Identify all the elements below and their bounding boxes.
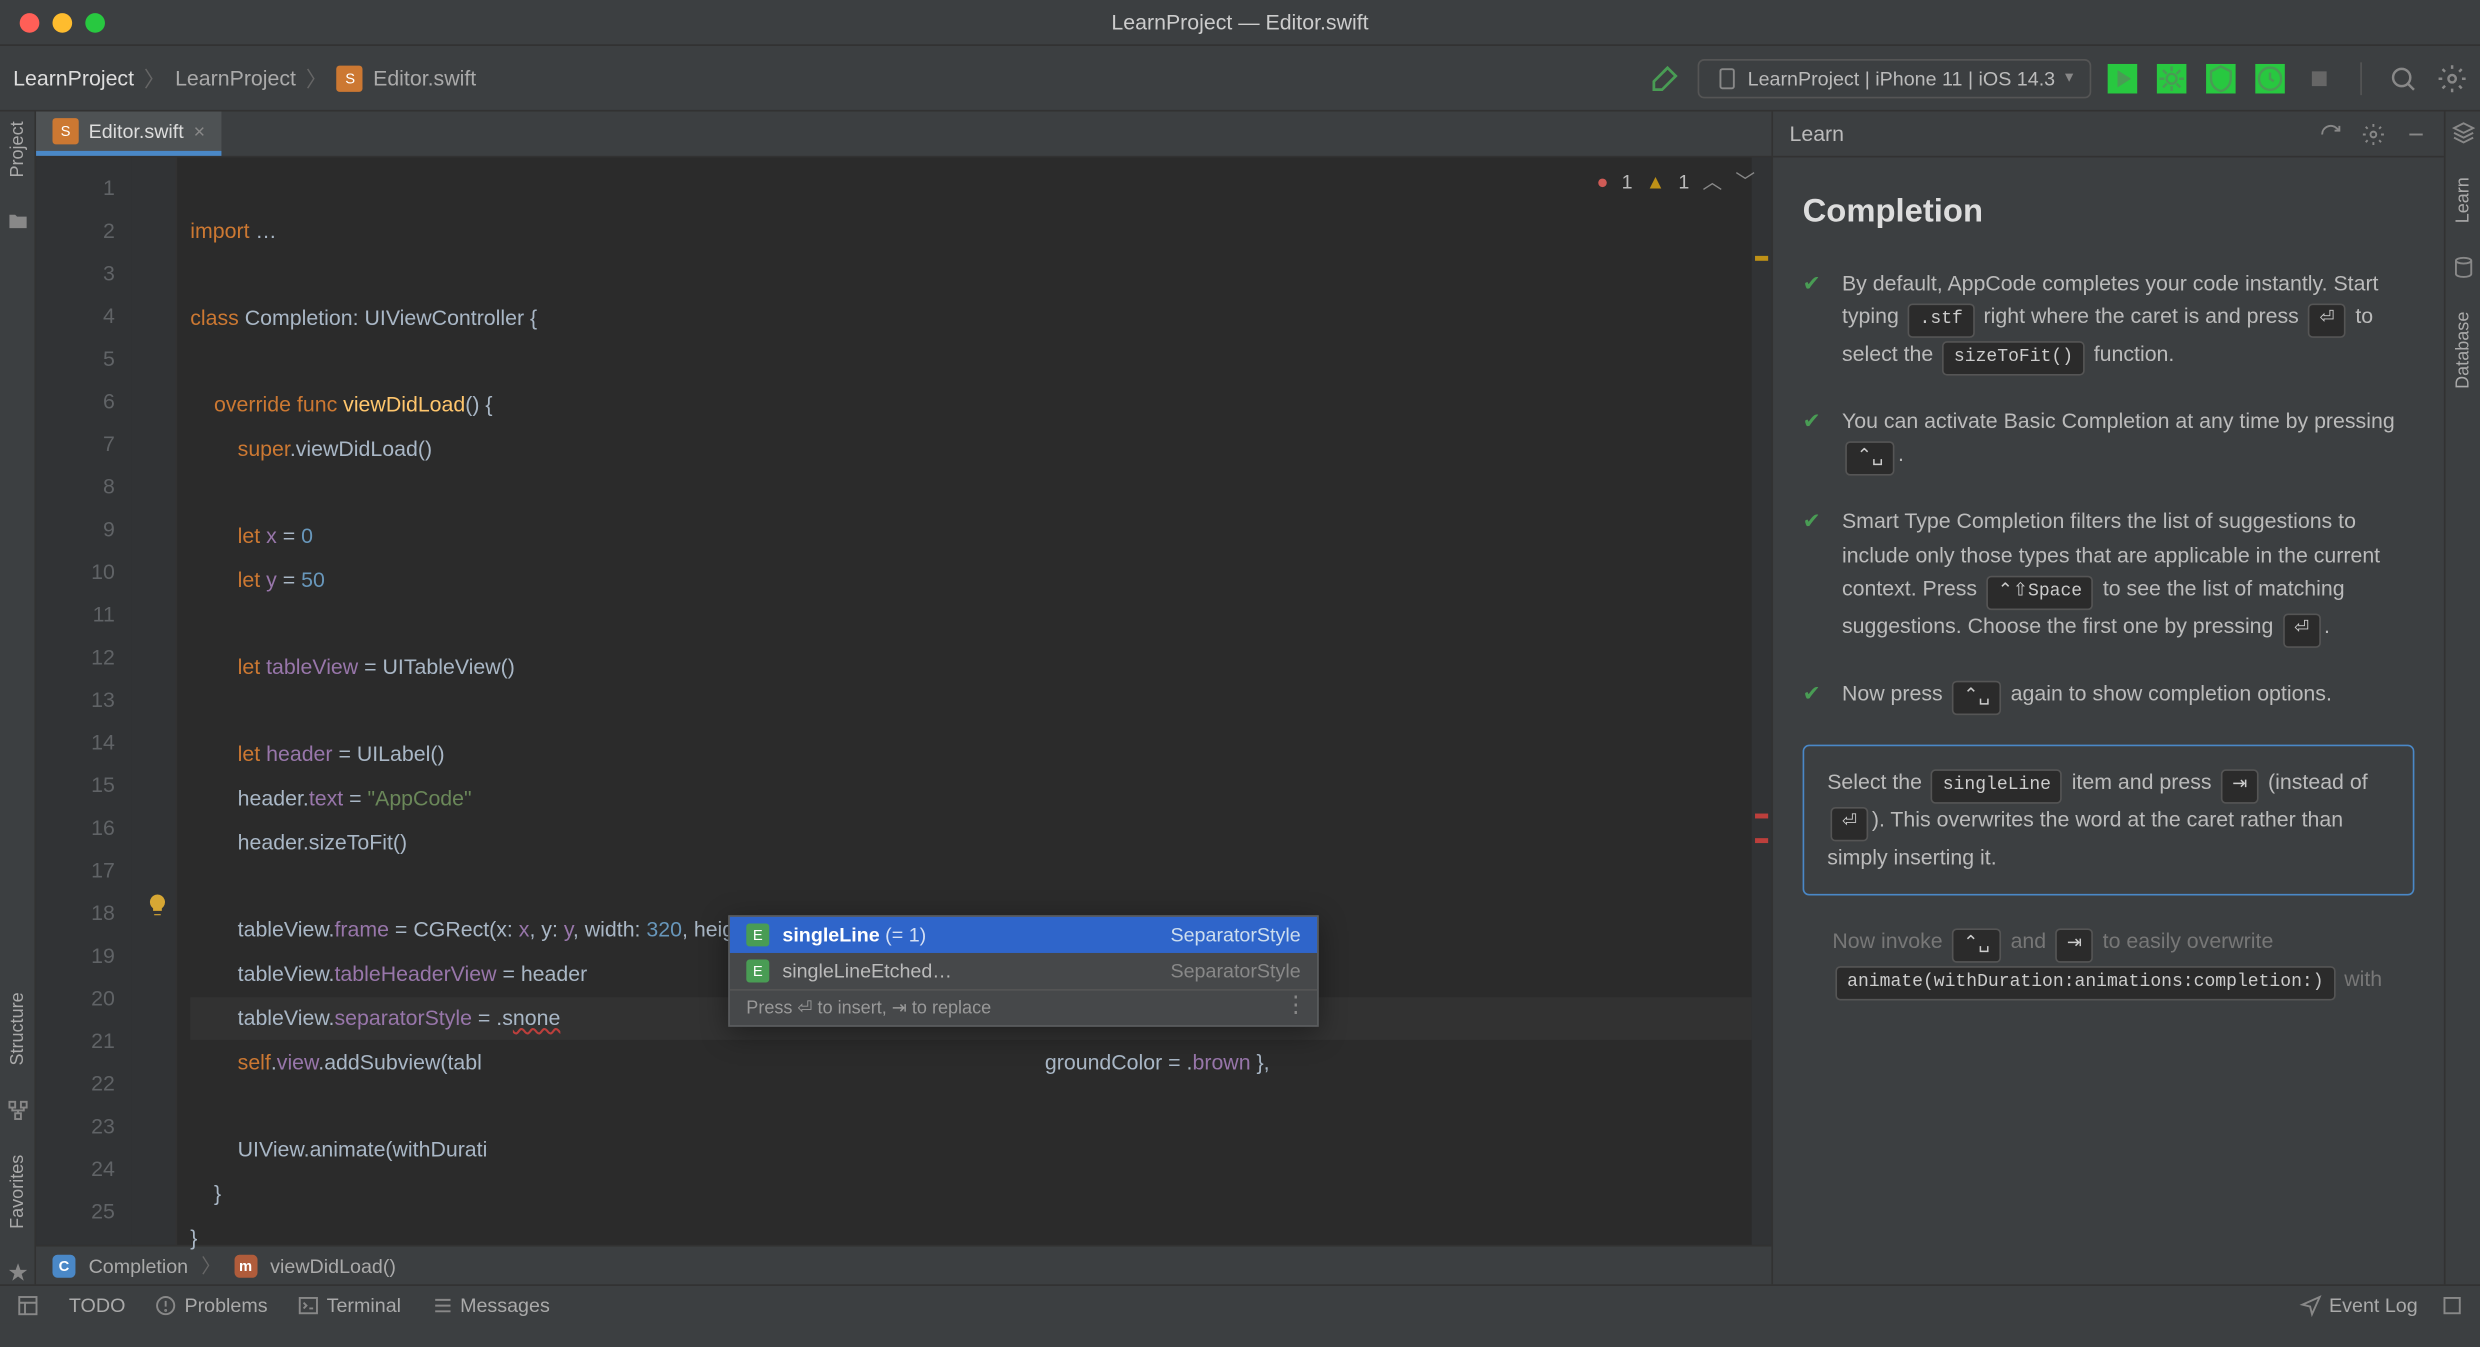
nav-bar: LearnProject 〉 LearnProject 〉 S Editor.s…: [0, 46, 2480, 112]
breadcrumb-file[interactable]: Editor.swift: [373, 66, 476, 91]
maximize-window-icon[interactable]: [85, 12, 105, 32]
tool-windows-icon[interactable]: [16, 1293, 39, 1316]
lesson-step: ✔ Smart Type Completion filters the list…: [1803, 506, 2415, 648]
swift-file-icon: S: [52, 118, 78, 144]
status-bar: TODO Problems Terminal Messages Event Lo…: [0, 1284, 2480, 1323]
structure-icon[interactable]: [6, 1099, 29, 1122]
learn-tool-button[interactable]: Learn: [2453, 177, 2473, 223]
breadcrumb-root[interactable]: LearnProject: [13, 66, 134, 91]
left-tool-strip: Project Structure Favorites: [0, 112, 36, 1285]
profiler-icon[interactable]: [2255, 63, 2285, 93]
chevron-down-icon[interactable]: ﹀: [1735, 167, 1755, 195]
intention-bulb-icon[interactable]: [144, 892, 170, 918]
database-tool-button[interactable]: Database: [2453, 312, 2473, 389]
run-config-label: LearnProject | iPhone 11 | iOS 14.3: [1748, 66, 2055, 89]
chevron-down-icon: ▾: [2065, 69, 2073, 87]
warning-icon: ▲: [1646, 170, 1666, 193]
database-icon[interactable]: [2451, 256, 2474, 279]
event-log-button[interactable]: Event Log: [2299, 1293, 2417, 1316]
gear-icon[interactable]: [2362, 122, 2385, 145]
minimize-window-icon[interactable]: [52, 12, 72, 32]
refresh-icon[interactable]: [2319, 122, 2342, 145]
window-title: LearnProject — Editor.swift: [1111, 10, 1368, 35]
window-controls: [20, 12, 105, 32]
settings-icon[interactable]: [2437, 63, 2467, 93]
separator: [2360, 62, 2362, 95]
structure-tool-button[interactable]: Structure: [7, 993, 27, 1066]
event-log-icon: [2299, 1293, 2322, 1316]
inspections-widget[interactable]: ●1 ▲1 ︿ ﹀: [1597, 167, 1755, 195]
check-icon: ✔: [1803, 267, 1826, 376]
breadcrumbs-bar: C Completion 〉 m viewDidLoad(): [36, 1245, 1771, 1284]
lesson-step: ✔ You can activate Basic Completion at a…: [1803, 406, 2415, 477]
check-icon: ✔: [1803, 677, 1826, 715]
lesson-step: ✔ Now press ⌃␣ again to show completion …: [1803, 677, 2415, 715]
completion-popup[interactable]: E singleLine (= 1) SeparatorStyle E sing…: [728, 915, 1318, 1027]
right-tool-strip: Learn Database: [2444, 112, 2480, 1285]
completion-hint: Press ⏎ to insert, ⇥ to replace: [730, 989, 1317, 1025]
method-icon: m: [234, 1254, 257, 1277]
messages-button[interactable]: Messages: [431, 1293, 550, 1316]
check-icon: ✔: [1803, 406, 1826, 477]
project-tool-button[interactable]: Project: [7, 121, 27, 177]
enum-icon: E: [746, 960, 769, 983]
line-gutter[interactable]: 1234567891011121314151617181920212223242…: [36, 157, 131, 1244]
learn-panel: Learn Completion ✔ By default, AppCode c…: [1771, 112, 2443, 1285]
swift-file-icon: S: [337, 65, 363, 91]
code-editor[interactable]: ●1 ▲1 ︿ ﹀ 123456789101112131415161718192…: [36, 157, 1771, 1244]
search-icon[interactable]: [2388, 63, 2418, 93]
chevron-right-icon: 〉: [306, 62, 327, 93]
coverage-icon[interactable]: [2206, 63, 2236, 93]
code-content[interactable]: import … class Completion: UIViewControl…: [131, 157, 1752, 1244]
learn-icon[interactable]: [2451, 121, 2474, 144]
lesson-step-upcoming: Now invoke ⌃␣ and ⇥ to easily overwrite …: [1803, 925, 2415, 1001]
completion-item[interactable]: E singleLine (= 1) SeparatorStyle: [730, 917, 1317, 953]
run-icon[interactable]: [2108, 63, 2138, 93]
ide-status-icon[interactable]: [2441, 1293, 2464, 1316]
favorites-tool-button[interactable]: Favorites: [7, 1154, 27, 1228]
chevron-right-icon: 〉: [201, 1251, 221, 1279]
minimize-icon[interactable]: [2405, 122, 2428, 145]
enum-icon: E: [746, 923, 769, 946]
crumb-class[interactable]: Completion: [89, 1254, 189, 1277]
lesson-active-step: Select the singleLine item and press ⇥ (…: [1803, 744, 2415, 895]
close-window-icon[interactable]: [20, 12, 40, 32]
breadcrumb-folder[interactable]: LearnProject: [175, 66, 296, 91]
more-icon[interactable]: ⋮: [1284, 991, 1307, 1019]
crumb-method[interactable]: viewDidLoad(): [270, 1254, 396, 1277]
breadcrumb[interactable]: LearnProject 〉 LearnProject 〉 S Editor.s…: [13, 62, 476, 93]
lesson-title: Completion: [1803, 187, 2415, 238]
learn-panel-title: Learn: [1789, 121, 2319, 146]
close-icon[interactable]: ×: [194, 120, 206, 143]
build-icon[interactable]: [1648, 62, 1681, 95]
run-config-selector[interactable]: LearnProject | iPhone 11 | iOS 14.3 ▾: [1697, 58, 2091, 97]
completion-item[interactable]: E singleLineEtched… SeparatorStyle: [730, 953, 1317, 989]
terminal-button[interactable]: Terminal: [297, 1293, 401, 1316]
terminal-icon: [297, 1293, 320, 1316]
class-icon: C: [52, 1254, 75, 1277]
editor-tab-label: Editor.swift: [89, 120, 184, 143]
editor-tab[interactable]: S Editor.swift ×: [36, 112, 221, 156]
device-icon: [1715, 66, 1738, 89]
todo-button[interactable]: TODO: [69, 1293, 126, 1316]
debug-icon[interactable]: [2157, 63, 2187, 93]
title-bar: LearnProject — Editor.swift: [0, 0, 2480, 46]
chevron-right-icon: 〉: [144, 62, 165, 93]
error-stripe[interactable]: [1752, 157, 1772, 1244]
folder-icon[interactable]: [6, 210, 29, 233]
editor-tab-bar: S Editor.swift ×: [36, 112, 1771, 158]
lesson-step: ✔ By default, AppCode completes your cod…: [1803, 267, 2415, 376]
stop-icon[interactable]: [2304, 63, 2334, 93]
star-icon[interactable]: [6, 1261, 29, 1284]
chevron-up-icon[interactable]: ︿: [1702, 167, 1722, 195]
warning-icon: [155, 1293, 178, 1316]
messages-icon: [431, 1293, 454, 1316]
check-icon: ✔: [1803, 506, 1826, 648]
error-icon: ●: [1597, 170, 1609, 193]
